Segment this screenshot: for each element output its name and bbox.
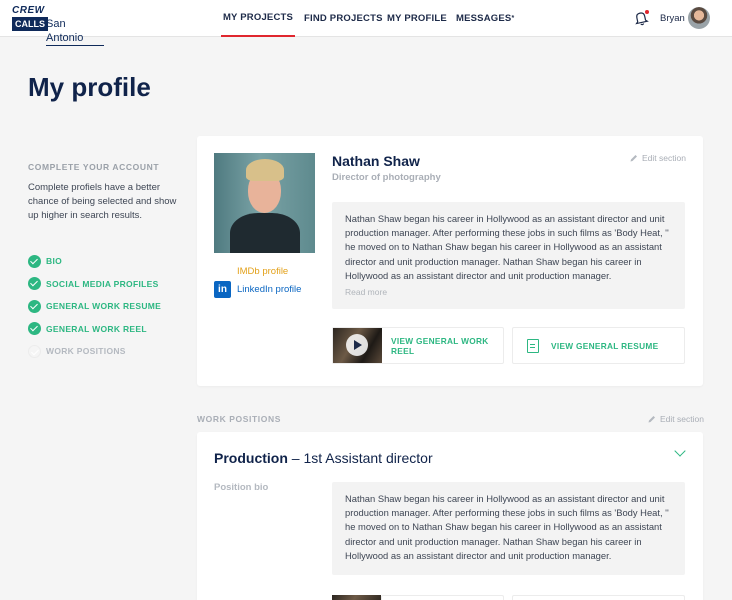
checklist-label: BIO xyxy=(46,256,63,267)
view-resume-label: VIEW GENERAL RESUME xyxy=(551,340,659,351)
document-icon xyxy=(527,338,539,353)
linkedin-profile-link[interactable]: in LinkedIn profile xyxy=(214,281,301,298)
empty-check-icon xyxy=(28,344,41,358)
crew-calls-logo[interactable]: CREW CALLS San Antonio xyxy=(12,5,104,46)
pencil-icon xyxy=(630,155,637,162)
bell-icon[interactable] xyxy=(633,10,649,26)
edit-section-label: Edit section xyxy=(660,414,704,424)
linkedin-label: LinkedIn profile xyxy=(237,284,302,295)
check-icon xyxy=(28,254,41,268)
checklist-label: GENERAL WORK RESUME xyxy=(46,301,162,312)
checklist-label: SOCIAL MEDIA PROFILES xyxy=(46,278,159,289)
imdb-profile-link[interactable]: IMDb profile xyxy=(237,266,288,277)
page-title: My profile xyxy=(28,72,151,102)
unread-marker: * xyxy=(511,15,515,22)
notification-dot xyxy=(645,10,649,14)
read-more-link[interactable]: Read more xyxy=(345,285,672,299)
position-name: 1st Assistant director xyxy=(303,450,433,466)
checklist-item-work-resume[interactable]: GENERAL WORK RESUME xyxy=(28,295,188,318)
position-bio-label: Position bio xyxy=(214,482,269,493)
complete-account-heading: COMPLETE YOUR ACCOUNT xyxy=(28,162,160,172)
logo-city-text: San Antonio xyxy=(46,17,104,46)
view-work-reel-button[interactable]: VIEW GENERAL WORK REEL xyxy=(332,327,504,364)
position-reel-button[interactable] xyxy=(381,595,504,600)
nav-my-profile[interactable]: MY PROFILE xyxy=(387,0,447,37)
check-icon xyxy=(28,277,41,291)
logo-calls-text: CALLS xyxy=(12,17,48,31)
position-bio-text: Nathan Shaw began his career in Hollywoo… xyxy=(345,493,669,561)
complete-account-description: Complete profiels have a better chance o… xyxy=(28,182,177,221)
logo-crew-text: CREW xyxy=(12,5,45,16)
position-separator: – xyxy=(287,450,304,466)
checklist-label: WORK POSITIONS xyxy=(46,346,126,357)
position-title: Production – 1st Assistant director xyxy=(214,450,433,466)
view-resume-button[interactable]: VIEW GENERAL RESUME xyxy=(512,327,685,364)
reel-thumbnail xyxy=(333,328,382,363)
linkedin-icon: in xyxy=(214,281,231,298)
profile-role: Director of photography xyxy=(332,172,441,183)
profile-photo xyxy=(214,153,315,253)
profile-bio: Nathan Shaw began his career in Hollywoo… xyxy=(332,202,685,309)
edit-profile-section-link[interactable]: Edit section xyxy=(630,153,686,163)
top-navigation-bar: CREW CALLS San Antonio MY PROJECTS FIND … xyxy=(0,0,732,46)
position-reel-thumbnail[interactable] xyxy=(332,595,381,600)
work-positions-heading: WORK POSITIONS xyxy=(197,414,281,424)
nav-messages-label: MESSAGES xyxy=(456,13,512,24)
user-name[interactable]: Bryan xyxy=(660,13,685,24)
chevron-down-icon[interactable] xyxy=(674,445,686,457)
check-icon xyxy=(28,299,41,313)
play-icon xyxy=(346,334,368,356)
account-checklist: BIO SOCIAL MEDIA PROFILES GENERAL WORK R… xyxy=(28,250,188,363)
position-bio: Nathan Shaw began his career in Hollywoo… xyxy=(332,482,685,575)
checklist-item-social-media[interactable]: SOCIAL MEDIA PROFILES xyxy=(28,273,188,296)
position-resume-button[interactable] xyxy=(512,595,685,600)
nav-my-projects[interactable]: MY PROJECTS xyxy=(221,0,295,37)
checklist-item-work-positions[interactable]: WORK POSITIONS xyxy=(28,340,188,363)
checklist-item-bio[interactable]: BIO xyxy=(28,250,188,273)
edit-section-label: Edit section xyxy=(642,153,686,163)
position-department: Production xyxy=(214,450,288,466)
checklist-item-work-reel[interactable]: GENERAL WORK REEL xyxy=(28,318,188,341)
profile-bio-text: Nathan Shaw began his career in Hollywoo… xyxy=(345,213,669,281)
edit-work-positions-link[interactable]: Edit section xyxy=(648,414,704,424)
check-icon xyxy=(28,322,41,336)
nav-messages[interactable]: MESSAGES * xyxy=(456,0,514,37)
profile-card: IMDb profile in LinkedIn profile Nathan … xyxy=(197,136,703,386)
checklist-label: GENERAL WORK REEL xyxy=(46,323,147,334)
view-work-reel-label: VIEW GENERAL WORK REEL xyxy=(391,335,489,356)
nav-find-projects[interactable]: FIND PROJECTS xyxy=(304,0,383,37)
pencil-icon xyxy=(648,416,655,423)
profile-name: Nathan Shaw xyxy=(332,153,420,169)
work-position-card: Production – 1st Assistant director Posi… xyxy=(197,432,703,600)
user-avatar[interactable] xyxy=(688,7,710,29)
